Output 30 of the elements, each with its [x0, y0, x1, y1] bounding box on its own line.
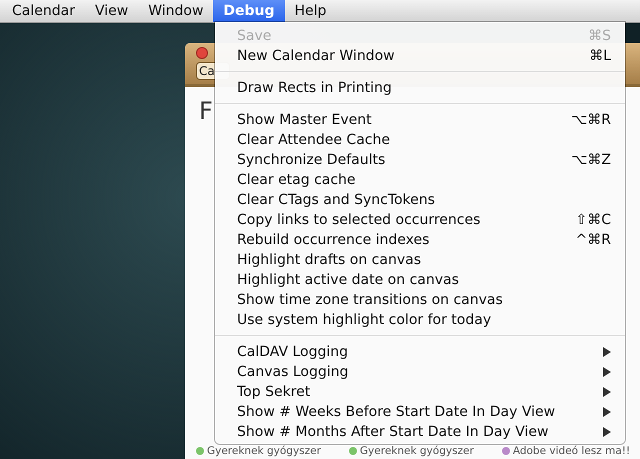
menu-item[interactable]: Rebuild occurrence indexes ^⌘R	[215, 230, 625, 250]
menu-item[interactable]: Clear etag cache	[215, 170, 625, 190]
menu-item[interactable]: Canvas Logging	[215, 362, 625, 382]
menu-bar-item[interactable]: Help	[284, 0, 336, 22]
menu-item[interactable]: Synchronize Defaults ⌥⌘Z	[215, 150, 625, 170]
menu-item[interactable]: Use system highlight color for today	[215, 310, 625, 330]
menu-item[interactable]: Draw Rects in Printing	[215, 78, 625, 98]
menu-item[interactable]: Copy links to selected occurrences ⇧⌘C	[215, 210, 625, 230]
event-title: Gyereknek gyógyszer	[360, 445, 474, 457]
menu-item[interactable]: Clear CTags and SyncTokens	[215, 190, 625, 210]
menu-bar-item[interactable]: Calendar	[2, 0, 85, 22]
menu-item[interactable]: Highlight drafts on canvas	[215, 250, 625, 270]
menu-item[interactable]: Top Sekret	[215, 382, 625, 402]
menu-item[interactable]: Show time zone transitions on canvas	[215, 290, 625, 310]
menu-bar-item[interactable]: Debug	[213, 0, 285, 22]
event-chip[interactable]: Gyereknek gyógyszer	[346, 444, 477, 458]
menu-bar-item[interactable]: Window	[138, 0, 214, 22]
menu-item[interactable]: Show # Months After Start Date In Day View	[215, 422, 625, 442]
menu-item[interactable]: Highlight active date on canvas	[215, 270, 625, 290]
event-title: Adobe videó lesz ma!!	[512, 445, 630, 457]
menu-bar-item[interactable]: View	[84, 0, 138, 22]
close-icon[interactable]	[196, 47, 208, 59]
event-title: Gyereknek gyógyszer	[207, 445, 321, 457]
view-heading: F	[199, 97, 213, 125]
menu-item[interactable]: Clear Attendee Cache	[215, 130, 625, 150]
event-chip[interactable]: Gyereknek gyógyszer	[193, 444, 324, 458]
event-chip[interactable]: Adobe videó lesz ma!!	[498, 444, 634, 458]
menu-item[interactable]: Show Master Event ⌥⌘R	[215, 110, 625, 130]
menu-item[interactable]: Show # Weeks Before Start Date In Day View	[215, 402, 625, 422]
menu-item[interactable]: CalDAV Logging	[215, 342, 625, 362]
